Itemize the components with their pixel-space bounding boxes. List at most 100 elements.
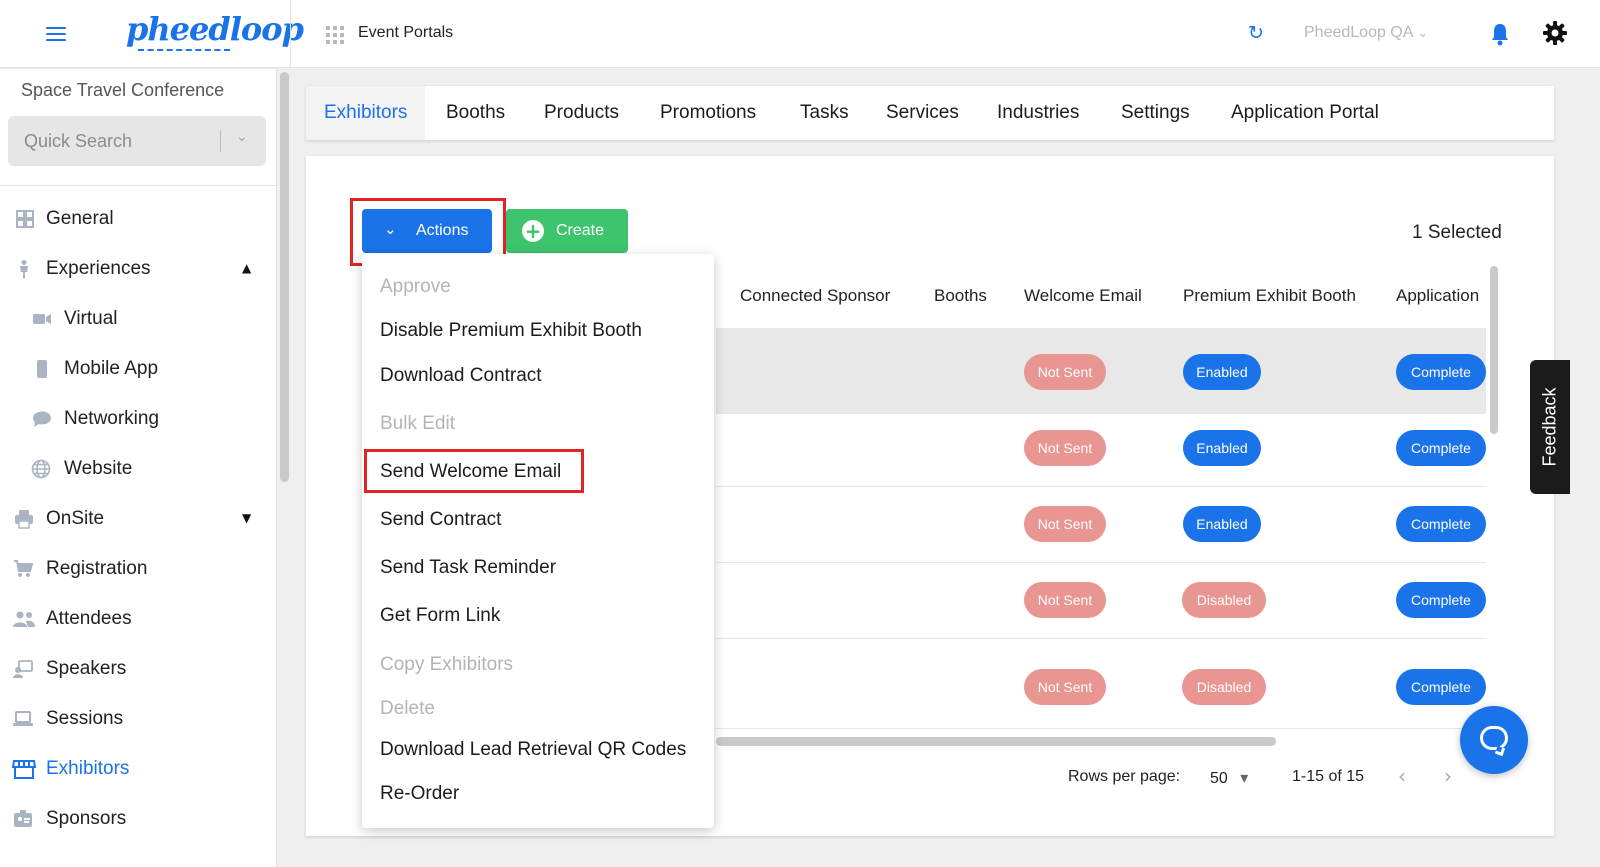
application-status-badge: Complete bbox=[1396, 354, 1486, 390]
sidebar-item-label: Website bbox=[64, 458, 133, 479]
application-status-badge: Complete bbox=[1396, 506, 1486, 542]
premium-booth-status-badge: Enabled bbox=[1183, 430, 1261, 466]
search-input[interactable] bbox=[8, 116, 218, 166]
sidebar-item-experiences[interactable]: Experiences ▲ bbox=[0, 248, 277, 290]
tab-promotions[interactable]: Promotions bbox=[660, 86, 756, 140]
sidebar-item-mobile-app[interactable]: Mobile App bbox=[0, 348, 277, 390]
presenter-icon bbox=[13, 660, 33, 678]
top-bar: pheedloop Event Portals ↻ PheedLoop QA ⌄ bbox=[0, 0, 1600, 68]
menu-item-download-contract[interactable]: Download Contract bbox=[380, 365, 542, 387]
create-button[interactable]: + Create bbox=[506, 209, 628, 253]
tab-products[interactable]: Products bbox=[544, 86, 619, 140]
chat-support-button[interactable] bbox=[1460, 706, 1528, 774]
pagination-range: 1-15 of 15 bbox=[1292, 768, 1365, 785]
menu-item-approve: Approve bbox=[380, 276, 451, 297]
sidebar-item-sessions[interactable]: Sessions bbox=[0, 698, 277, 740]
feedback-tab[interactable]: Feedback bbox=[1530, 360, 1570, 494]
rows-per-page-value: 50 bbox=[1210, 770, 1228, 787]
feedback-label: Feedback bbox=[1539, 387, 1560, 467]
laptop-icon bbox=[13, 711, 33, 726]
sidebar-item-general[interactable]: General bbox=[0, 198, 277, 240]
sidebar-item-speakers[interactable]: Speakers bbox=[0, 648, 277, 690]
next-page-icon[interactable]: › bbox=[1444, 764, 1452, 788]
column-header-welcome-email[interactable]: Welcome Email bbox=[1024, 286, 1142, 306]
sidebar-scrollbar[interactable] bbox=[280, 72, 289, 482]
welcome-email-status-badge: Not Sent bbox=[1024, 669, 1106, 705]
tab-exhibitors[interactable]: Exhibitors bbox=[306, 86, 426, 140]
rows-per-page-label: Rows per page: bbox=[1068, 768, 1181, 785]
chat-bubble-icon bbox=[1480, 726, 1508, 750]
bell-icon[interactable] bbox=[1490, 22, 1510, 46]
welcome-email-status-badge: Not Sent bbox=[1024, 354, 1106, 390]
sidebar-item-label: Speakers bbox=[46, 658, 127, 679]
tab-settings[interactable]: Settings bbox=[1121, 86, 1190, 140]
person-icon bbox=[20, 260, 28, 278]
menu-item-copy-exhibitors: Copy Exhibitors bbox=[380, 654, 514, 675]
welcome-email-status-badge: Not Sent bbox=[1024, 506, 1106, 542]
quick-search[interactable]: ⌄ bbox=[8, 116, 266, 166]
menu-item-get-form-link[interactable]: Get Form Link bbox=[380, 605, 500, 627]
send-welcome-email-highlight-box bbox=[364, 449, 584, 493]
video-icon bbox=[33, 314, 51, 324]
row-divider bbox=[716, 562, 1486, 563]
event-name: Space Travel Conference bbox=[21, 80, 225, 100]
actions-button[interactable]: ⌄ Actions bbox=[362, 209, 492, 253]
account-name: PheedLoop QA bbox=[1304, 24, 1414, 41]
sidebar-item-networking[interactable]: Networking bbox=[0, 398, 277, 440]
apps-grid-icon[interactable] bbox=[326, 26, 344, 44]
tab-booths[interactable]: Booths bbox=[446, 86, 505, 140]
sidebar-item-label: Networking bbox=[64, 408, 160, 429]
sidebar-item-website[interactable]: Website bbox=[0, 448, 277, 490]
row-divider bbox=[716, 486, 1486, 487]
tab-services[interactable]: Services bbox=[886, 86, 959, 140]
caret-down-icon: ▼ bbox=[242, 511, 252, 525]
search-separator bbox=[220, 130, 221, 152]
welcome-email-status-badge: Not Sent bbox=[1024, 430, 1106, 466]
phone-icon bbox=[37, 360, 47, 378]
menu-item-download-lead-retrieval-qr-codes[interactable]: Download Lead Retrieval QR Codes bbox=[380, 739, 686, 761]
sidebar-item-onsite[interactable]: OnSite ▼ bbox=[0, 498, 277, 540]
chevron-down-icon[interactable]: ⌄ bbox=[236, 129, 248, 145]
menu-item-re-order[interactable]: Re-Order bbox=[380, 783, 459, 805]
menu-item-send-contract[interactable]: Send Contract bbox=[380, 509, 501, 531]
sidebar-item-attendees[interactable]: Attendees bbox=[0, 598, 277, 640]
refresh-icon[interactable]: ↻ bbox=[1248, 22, 1264, 44]
premium-booth-status-badge: Enabled bbox=[1183, 354, 1261, 390]
application-status-badge: Complete bbox=[1396, 430, 1486, 466]
tab-application-portal[interactable]: Application Portal bbox=[1231, 86, 1379, 140]
plus-circle-icon: + bbox=[522, 220, 544, 242]
tab-industries[interactable]: Industries bbox=[997, 86, 1079, 140]
column-header-connected-sponsor[interactable]: Connected Sponsor bbox=[740, 286, 890, 306]
top-divider bbox=[290, 0, 291, 68]
sidebar-item-label: Sessions bbox=[46, 708, 124, 729]
sidebar-item-exhibitors[interactable]: Exhibitors bbox=[0, 748, 277, 790]
caret-down-icon: ▾ bbox=[1240, 768, 1249, 787]
rows-per-page-select[interactable]: 50 ▾ bbox=[1210, 768, 1248, 788]
previous-page-icon[interactable]: ‹ bbox=[1398, 764, 1406, 788]
portal-title[interactable]: Event Portals bbox=[358, 24, 453, 42]
sidebar-item-sponsors[interactable]: Sponsors bbox=[0, 798, 277, 840]
sidebar-item-virtual[interactable]: Virtual bbox=[0, 298, 277, 340]
column-header-application[interactable]: Application bbox=[1396, 286, 1479, 306]
table-horizontal-scrollbar[interactable] bbox=[716, 737, 1276, 746]
row-divider bbox=[716, 638, 1486, 639]
column-header-premium-exhibit-booth[interactable]: Premium Exhibit Booth bbox=[1183, 286, 1356, 306]
column-header-booths[interactable]: Booths bbox=[934, 286, 987, 306]
welcome-email-status-badge: Not Sent bbox=[1024, 582, 1106, 618]
premium-booth-status-badge: Disabled bbox=[1182, 669, 1266, 705]
menu-item-disable-premium-exhibit-booth[interactable]: Disable Premium Exhibit Booth bbox=[380, 320, 642, 342]
account-switcher[interactable]: PheedLoop QA ⌄ bbox=[1304, 24, 1428, 42]
chevron-down-icon: ⌄ bbox=[384, 220, 397, 238]
gear-icon[interactable] bbox=[1542, 20, 1568, 46]
logo[interactable]: pheedloop bbox=[126, 10, 304, 48]
exhibitor-tabs: Exhibitors Booths Products Promotions Ta… bbox=[306, 86, 1554, 140]
menu-icon[interactable] bbox=[46, 24, 66, 42]
tab-tasks[interactable]: Tasks bbox=[800, 86, 849, 140]
store-icon bbox=[12, 760, 36, 779]
menu-item-send-task-reminder[interactable]: Send Task Reminder bbox=[380, 557, 556, 579]
sidebar-item-label: Exhibitors bbox=[46, 758, 130, 779]
sidebar-divider bbox=[0, 185, 277, 186]
sidebar-item-registration[interactable]: Registration bbox=[0, 548, 277, 590]
actions-menu: Approve Disable Premium Exhibit Booth Do… bbox=[362, 254, 714, 828]
table-vertical-scrollbar[interactable] bbox=[1490, 266, 1498, 434]
